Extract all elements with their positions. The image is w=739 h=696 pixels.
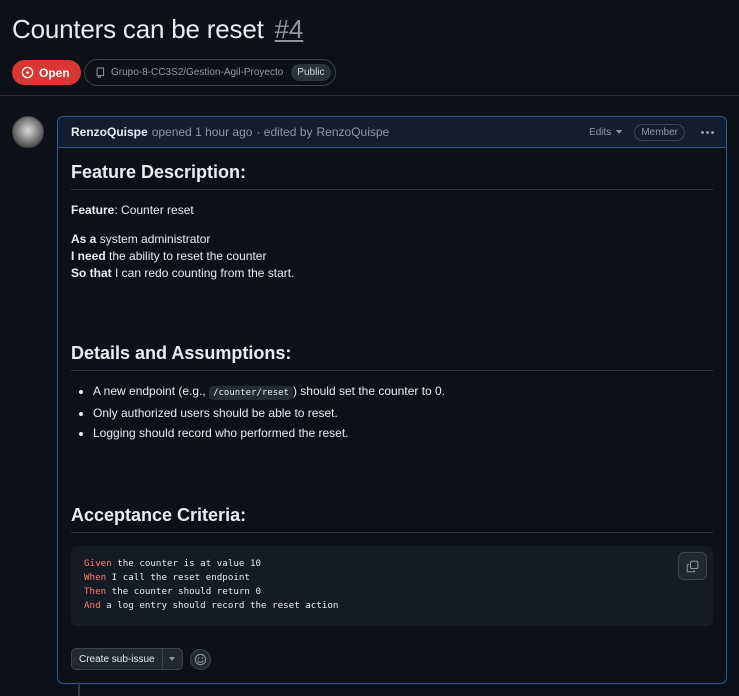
i-need-line: I need the ability to reset the counter	[71, 249, 267, 263]
acceptance-criteria-heading: Acceptance Criteria:	[71, 504, 713, 533]
code-line: When I call the reset endpoint	[84, 572, 250, 583]
feature-line: Feature: Counter reset	[71, 203, 194, 217]
edits-dropdown[interactable]: Edits	[589, 126, 623, 138]
chevron-down-icon	[169, 657, 176, 661]
copy-button[interactable]	[678, 552, 707, 580]
member-badge: Member	[634, 123, 685, 141]
copy-icon	[686, 560, 699, 572]
comment-editor[interactable]: RenzoQuispe	[317, 125, 390, 139]
issue-comment: RenzoQuispe opened 1 hour ago · edited b…	[57, 116, 727, 684]
comment-author[interactable]: RenzoQuispe	[71, 125, 148, 139]
edits-label: Edits	[589, 126, 612, 138]
issue-title: Counters can be reset #4	[12, 14, 303, 45]
header-divider	[0, 95, 739, 96]
timeline-line	[78, 682, 80, 696]
comment-edited-prefix: · edited by	[256, 125, 313, 139]
create-sub-issue-split-button: Create sub-issue	[71, 648, 183, 670]
create-sub-issue-button[interactable]: Create sub-issue	[72, 649, 162, 669]
issue-opened-icon	[21, 66, 34, 79]
visibility-badge: Public	[291, 64, 331, 81]
code-line: Then the counter should return 0	[84, 586, 262, 597]
list-item: A new endpoint (e.g., /counter/reset) sh…	[71, 383, 713, 402]
issue-state-badge: Open	[12, 60, 81, 85]
so-that-line: So that I can redo counting from the sta…	[71, 266, 295, 280]
create-sub-issue-dropdown[interactable]	[161, 649, 182, 669]
repository-name[interactable]: Grupo-8-CC3S2/Gestion-Agil-Proyecto	[111, 67, 283, 78]
list-item: Only authorized users should be able to …	[71, 405, 713, 422]
issue-title-text: Counters can be reset	[12, 14, 264, 44]
list-item: Logging should record who performed the …	[71, 425, 713, 442]
code-line: And a log entry should record the reset …	[84, 600, 339, 611]
smiley-icon	[194, 653, 206, 665]
repository-pill[interactable]: Grupo-8-CC3S2/Gestion-Agil-Proyecto Publ…	[84, 59, 336, 86]
code-block: Given the counter is at value 10 When I c…	[71, 546, 713, 626]
as-a-line: As a system administrator	[71, 232, 211, 246]
details-list: A new endpoint (e.g., /counter/reset) sh…	[71, 383, 713, 442]
feature-description-heading: Feature Description:	[71, 161, 713, 190]
details-heading: Details and Assumptions:	[71, 342, 713, 371]
kebab-menu-icon[interactable]	[697, 127, 718, 138]
repo-icon	[96, 67, 105, 78]
comment-header: RenzoQuispe opened 1 hour ago · edited b…	[58, 117, 726, 148]
comment-body: Feature Description: Feature: Counter re…	[58, 148, 726, 626]
issue-state-label: Open	[39, 65, 70, 80]
add-reaction-button[interactable]	[189, 648, 211, 670]
comment-header-actions: Edits Member	[589, 123, 718, 141]
issue-number-link[interactable]: #4	[275, 14, 304, 44]
author-avatar[interactable]	[12, 116, 44, 148]
comment-opened-text: opened 1 hour ago	[151, 125, 253, 139]
chevron-down-icon	[616, 130, 623, 134]
comment-footer: Create sub-issue	[71, 648, 211, 670]
code-line: Given the counter is at value 10	[84, 558, 262, 569]
inline-code: /counter/reset	[209, 386, 293, 400]
